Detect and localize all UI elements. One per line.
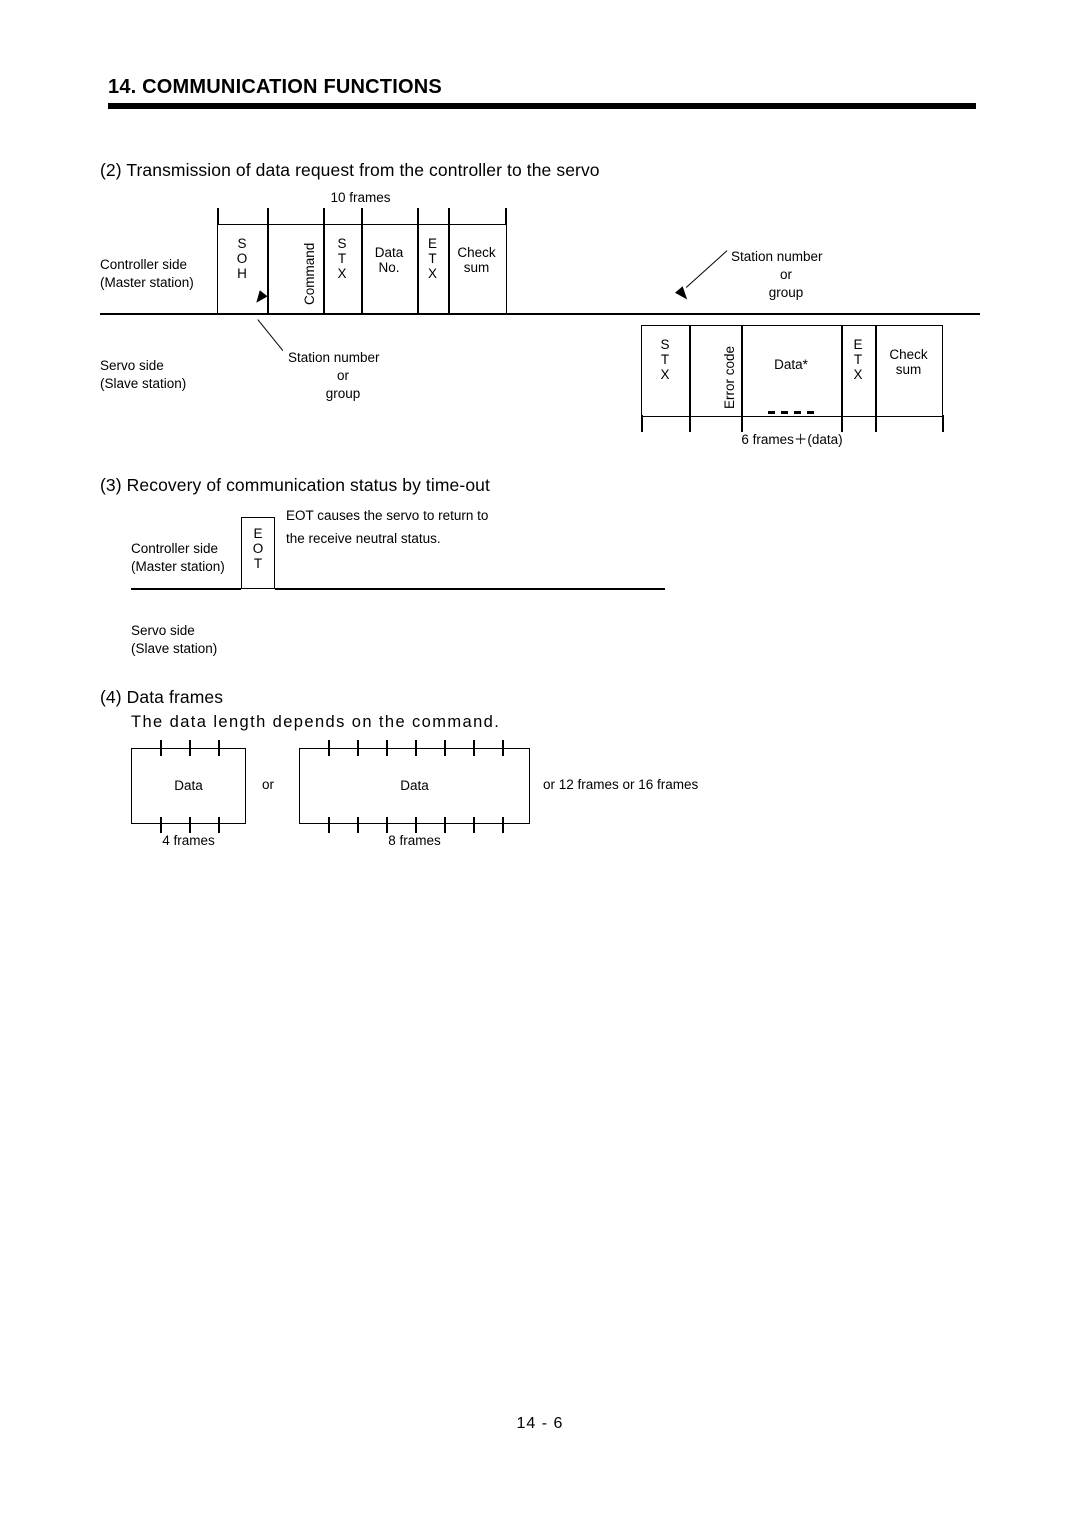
data-frame-box-4-tick-top-3: [218, 740, 220, 756]
section-3-baseline-right: [275, 588, 665, 590]
data-frame-box-8-tick-top-6: [473, 740, 475, 756]
section-3-note-line1: EOT causes the servo to return to: [286, 508, 489, 523]
section-3-servo-side-label-2: (Slave station): [131, 641, 218, 656]
master-frame-tick-3: [323, 208, 325, 225]
master-cell-data-no: Data No.: [374, 245, 404, 275]
data-frame-box-8-caption: 8 frames: [388, 833, 441, 848]
data-frame-box-8-tick-top-4: [415, 740, 417, 756]
master-frame-tick-4: [361, 208, 363, 225]
master-frame-tick-2: [267, 208, 269, 225]
section-2-callout-right-line3: group: [768, 285, 804, 300]
data-frame-box-8-tick-top-3: [386, 740, 388, 756]
data-frame-box-4-caption: 4 frames: [162, 833, 215, 848]
section-3-controller-side-label-1: Controller side: [131, 541, 219, 556]
data-frame-box-8-tick-bottom-2: [357, 817, 359, 833]
data-frame-box-8-tick-top-7: [502, 740, 504, 756]
data-frame-box-8-tick-bottom-5: [444, 817, 446, 833]
section-2-callout-left-line1: Station number: [288, 350, 380, 365]
section-4-subtitle: The data length depends on the command.: [131, 713, 501, 731]
section-2-callout-right-line2: or: [779, 267, 792, 282]
data-frame-box-4-tick-bottom-1: [160, 817, 162, 833]
header-rule: [108, 103, 976, 109]
section-2-timeline-baseline: [100, 313, 980, 315]
section-2-callout-right-arrowhead: [674, 286, 692, 303]
section-3-controller-side-label-2: (Master station): [131, 559, 225, 574]
page-title: 14. COMMUNICATION FUNCTIONS: [108, 76, 442, 98]
data-frame-box-8-tick-bottom-6: [473, 817, 475, 833]
slave-data-ellipsis: [768, 411, 814, 414]
master-frame-tick-1: [217, 208, 219, 225]
master-frame-tick-6: [448, 208, 450, 225]
slave-cell-data: Data*: [774, 357, 808, 372]
master-frame-divider-1: [267, 224, 269, 314]
master-cell-checksum: Check sum: [457, 245, 496, 275]
data-frame-box-8-tick-bottom-3: [386, 817, 388, 833]
master-cell-command: Command: [302, 242, 317, 305]
section-2-servo-side-label-1: Servo side: [100, 358, 164, 373]
data-frame-box-8-tick-bottom-4: [415, 817, 417, 833]
data-frame-box-8-tick-top-5: [444, 740, 446, 756]
master-frame-tick-5: [417, 208, 419, 225]
data-frame-box-8-tick-top-1: [328, 740, 330, 756]
data-frame-box-8-tick-bottom-1: [328, 817, 330, 833]
section-3-servo-side-label-1: Servo side: [131, 623, 195, 638]
data-frame-box-4-tick-top-1: [160, 740, 162, 756]
section-2-callout-right-leader: [685, 250, 728, 288]
data-frame-box-4-tick-bottom-2: [189, 817, 191, 833]
data-frame-box-4-tick-bottom-3: [218, 817, 220, 833]
data-frame-trailing-note: or 12 frames or 16 frames: [543, 777, 699, 792]
section-3-baseline-left: [131, 588, 241, 590]
master-cell-etx: E T X: [427, 236, 437, 281]
section-3-note-line2: the receive neutral status.: [286, 531, 441, 546]
slave-cell-stx: S T X: [660, 337, 670, 382]
data-frame-box-8-label: Data: [400, 778, 429, 793]
data-frame-box-8-tick-bottom-7: [502, 817, 504, 833]
data-frame-box-4-label: Data: [174, 778, 203, 793]
section-2-bottom-frames-label: 6 frames＋(data): [741, 432, 843, 447]
section-2-callout-right-line1: Station number: [731, 249, 823, 264]
slave-frame-divider-1: [689, 325, 691, 417]
section-4-heading: (4) Data frames: [100, 687, 224, 707]
master-cell-stx: S T X: [337, 236, 347, 281]
data-frame-box-4-tick-top-2: [189, 740, 191, 756]
document-page: 14. COMMUNICATION FUNCTIONS (2) Transmis…: [0, 0, 1080, 1528]
page-number: 14 - 6: [516, 1415, 564, 1432]
slave-cell-error-code: Error code: [722, 345, 737, 409]
section-2-controller-side-label-1: Controller side: [100, 257, 188, 272]
data-frame-or-label: or: [262, 777, 275, 792]
slave-cell-etx: E T X: [853, 337, 863, 382]
section-2-callout-left-leader: [257, 319, 284, 351]
slave-cell-checksum: Check sum: [889, 347, 928, 377]
section-3-heading: (3) Recovery of communication status by …: [100, 475, 490, 495]
master-cell-soh: S O H: [236, 236, 248, 281]
data-frame-box-8-tick-top-2: [357, 740, 359, 756]
section-2-top-frames-label: 10 frames: [330, 190, 391, 205]
master-frame-tick-7: [505, 208, 507, 225]
section-2-servo-side-label-2: (Slave station): [100, 376, 187, 391]
eot-cell-label: E O T: [252, 526, 264, 571]
section-2-callout-left-line3: group: [325, 386, 361, 401]
section-2-heading: (2) Transmission of data request from th…: [100, 160, 600, 180]
section-2-callout-left-line2: or: [336, 368, 349, 383]
section-2-controller-side-label-2: (Master station): [100, 275, 194, 290]
